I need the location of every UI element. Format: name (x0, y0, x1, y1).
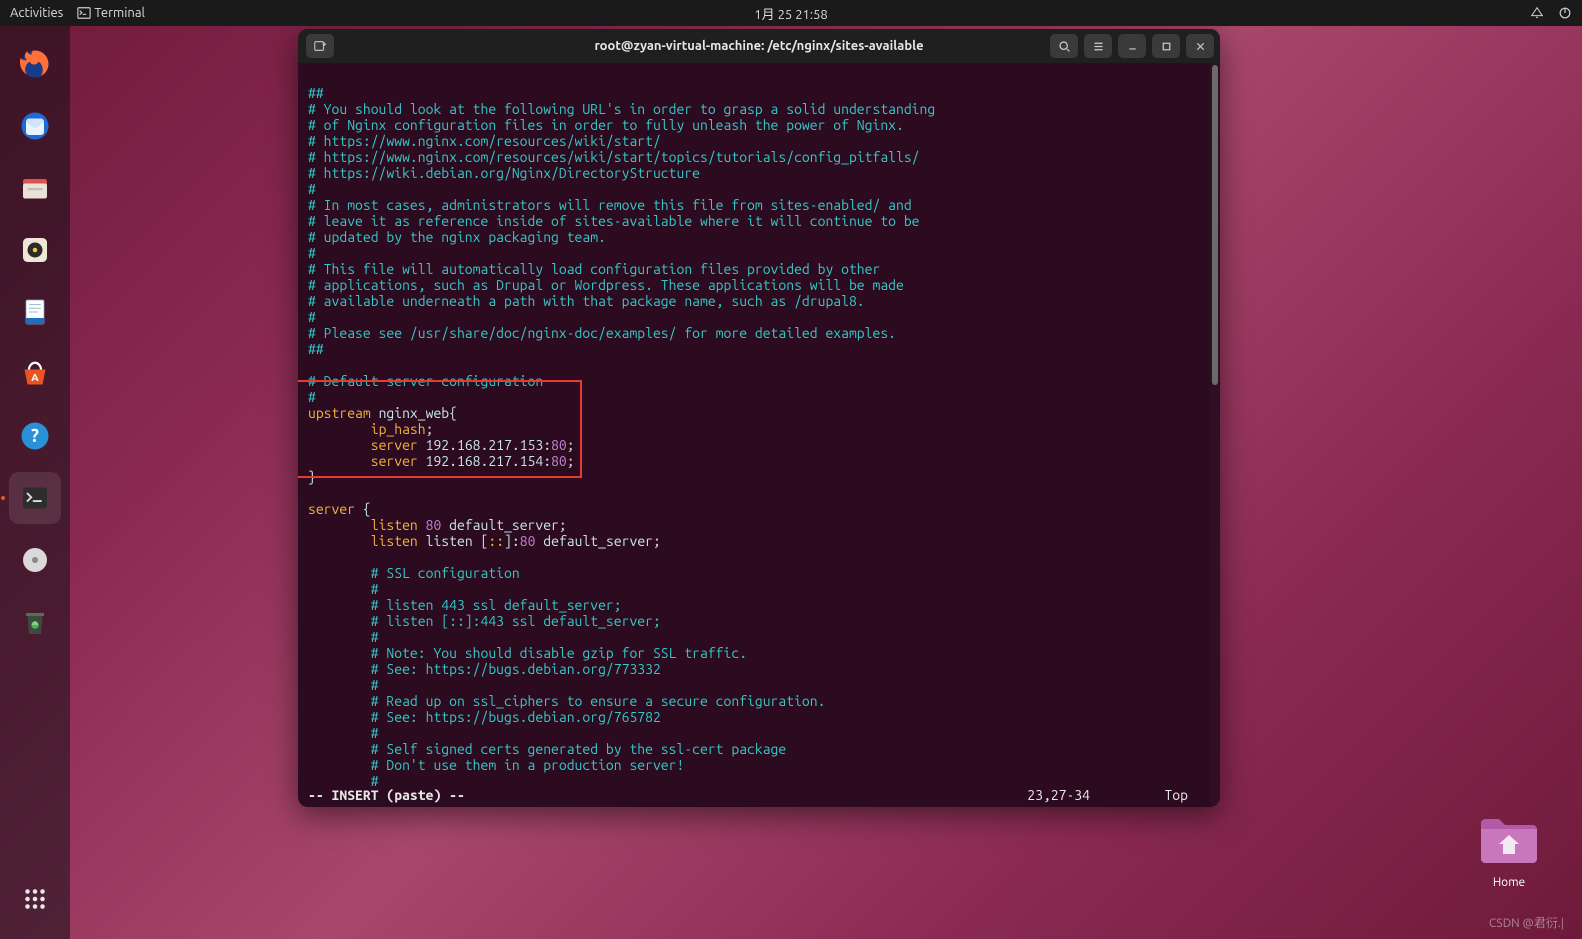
new-tab-icon (313, 39, 327, 53)
comment-line: # In most cases, administrators will rem… (308, 197, 912, 213)
comment-line: # Note: You should disable gzip for SSL … (308, 645, 747, 661)
dock-apps[interactable] (9, 873, 61, 925)
terminal-icon (77, 6, 91, 20)
comment-line: # https://www.nginx.com/resources/wiki/s… (308, 133, 661, 149)
close-icon (1194, 40, 1207, 53)
terminal-window: root@zyan-virtual-machine: /etc/nginx/si… (298, 29, 1220, 807)
comment-line: # See: https://bugs.debian.org/773332 (308, 661, 661, 677)
comment-line: # (308, 629, 379, 645)
comment-line: # Don't use them in a production server! (308, 757, 684, 773)
desktop-home-label: Home (1466, 876, 1552, 889)
app-menu-label: Terminal (94, 6, 145, 20)
desktop-home-folder[interactable]: Home (1466, 813, 1552, 889)
comment-line: # (308, 181, 316, 197)
dock-disc[interactable] (9, 534, 61, 586)
comment-line: # updated by the nginx packaging team. (308, 229, 606, 245)
comment-line: # listen [::]:443 ssl default_server; (308, 613, 661, 629)
highlight-box (298, 380, 582, 478)
activities-button[interactable]: Activities (10, 6, 63, 20)
minimize-button[interactable] (1118, 34, 1146, 58)
dock-files[interactable] (9, 162, 61, 214)
terminal-title: root@zyan-virtual-machine: /etc/nginx/si… (594, 39, 923, 53)
vim-position: 23,27-34 (1027, 787, 1090, 803)
network-icon[interactable] (1530, 6, 1544, 21)
dock-rhythmbox[interactable] (9, 224, 61, 276)
dock-writer[interactable] (9, 286, 61, 338)
dock-software[interactable]: A (9, 348, 61, 400)
folder-icon (1477, 813, 1541, 867)
minimize-icon (1126, 40, 1139, 53)
comment-line: # Read up on ssl_ciphers to ensure a sec… (308, 693, 825, 709)
scrollbar-thumb[interactable] (1212, 65, 1218, 385)
listen6-line: listen listen [::]:80 default_server; (308, 533, 661, 549)
new-tab-button[interactable] (306, 34, 334, 58)
top-panel: Activities Terminal 1月 25 21:58 (0, 0, 1582, 26)
clock[interactable]: 1月 25 21:58 (754, 4, 827, 23)
dock-terminal[interactable] (9, 472, 61, 524)
comment-line: # leave it as reference inside of sites-… (308, 213, 920, 229)
maximize-icon (1160, 40, 1173, 53)
listen-line: listen 80 default_server; (308, 517, 567, 533)
vim-status-line: -- INSERT (paste) -- 23,27-34 Top (308, 787, 1210, 803)
hamburger-icon (1092, 40, 1105, 53)
dock: A ? (0, 26, 70, 939)
terminal-body[interactable]: ## # You should look at the following UR… (298, 63, 1220, 807)
vim-mode: -- INSERT (paste) -- (308, 787, 465, 803)
dock-firefox[interactable] (9, 38, 61, 90)
svg-text:A: A (31, 371, 39, 383)
search-button[interactable] (1050, 34, 1078, 58)
menu-button[interactable] (1084, 34, 1112, 58)
comment-line: # You should look at the following URL's… (308, 101, 935, 117)
terminal-titlebar: root@zyan-virtual-machine: /etc/nginx/si… (298, 29, 1220, 63)
comment-line: # https://www.nginx.com/resources/wiki/s… (308, 149, 920, 165)
comment-line: # This file will automatically load conf… (308, 261, 880, 277)
dock-help[interactable]: ? (9, 410, 61, 462)
comment-line: # Please see /usr/share/doc/nginx-doc/ex… (308, 325, 896, 341)
comment-line: # applications, such as Drupal or Wordpr… (308, 277, 904, 293)
comment-line: ## (308, 341, 324, 357)
comment-line: # (308, 725, 379, 741)
watermark: CSDN @君衍.| (1489, 914, 1564, 931)
maximize-button[interactable] (1152, 34, 1180, 58)
comment-line: # https://wiki.debian.org/Nginx/Director… (308, 165, 700, 181)
comment-line: # SSL configuration (308, 565, 520, 581)
comment-line: # (308, 677, 379, 693)
app-menu[interactable]: Terminal (77, 6, 145, 21)
dock-trash[interactable] (9, 596, 61, 648)
comment-line: # (308, 245, 316, 261)
vim-location: Top (1164, 787, 1188, 803)
comment-line: # available underneath a path with that … (308, 293, 865, 309)
comment-line: # (308, 581, 379, 597)
comment-line: # (308, 309, 316, 325)
terminal-scrollbar[interactable] (1210, 63, 1220, 807)
comment-line: # See: https://bugs.debian.org/765782 (308, 709, 661, 725)
power-icon[interactable] (1558, 6, 1572, 21)
comment-line: # Self signed certs generated by the ssl… (308, 741, 786, 757)
dock-thunderbird[interactable] (9, 100, 61, 152)
comment-line: ## (308, 85, 324, 101)
comment-line: # of Nginx configuration files in order … (308, 117, 904, 133)
server-open: server { (308, 501, 371, 517)
search-icon (1058, 40, 1071, 53)
close-button[interactable] (1186, 34, 1214, 58)
svg-text:?: ? (31, 426, 39, 446)
comment-line: # listen 443 ssl default_server; (308, 597, 622, 613)
